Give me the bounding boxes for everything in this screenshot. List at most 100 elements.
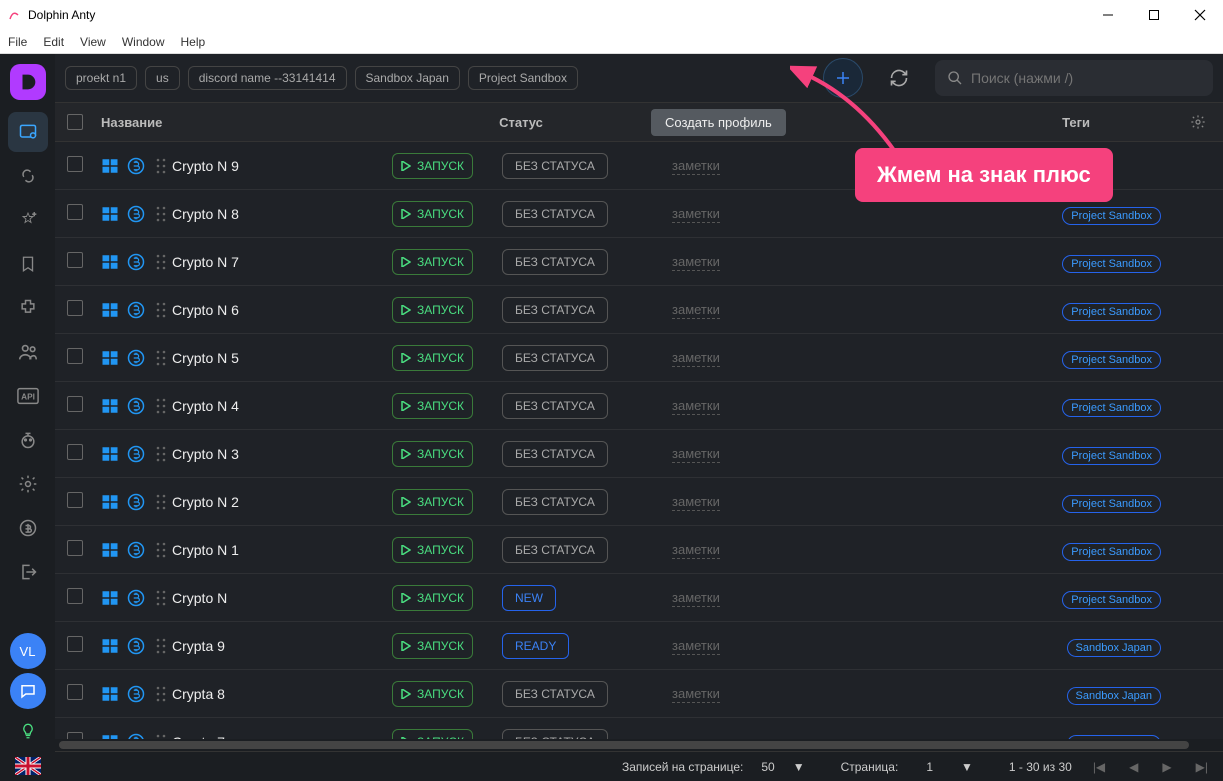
column-name[interactable]: Название (101, 115, 431, 130)
status-badge[interactable]: NEW (502, 585, 556, 611)
drag-handle-icon[interactable] (156, 350, 172, 366)
profile-tag[interactable]: Project Sandbox (1062, 399, 1161, 417)
search-input[interactable] (971, 70, 1201, 86)
horizontal-scrollbar[interactable] (55, 739, 1223, 751)
notes-field[interactable]: заметки (672, 638, 720, 655)
launch-button[interactable]: ЗАПУСК (392, 489, 473, 515)
sidebar-item-team[interactable] (8, 332, 48, 372)
profile-tag[interactable]: Sandbox Japan (1067, 639, 1161, 657)
launch-button[interactable]: ЗАПУСК (392, 585, 473, 611)
table-row[interactable]: Crypto N 5ЗАПУСКБЕЗ СТАТУСАзаметкиProjec… (55, 334, 1223, 382)
notes-field[interactable]: заметки (672, 398, 720, 415)
sidebar-item-browsers[interactable] (8, 112, 48, 152)
notes-field[interactable]: заметки (672, 302, 720, 319)
row-checkbox[interactable] (67, 444, 83, 460)
minimize-button[interactable] (1085, 0, 1131, 30)
idea-icon[interactable] (8, 713, 48, 749)
filter-tag[interactable]: Sandbox Japan (355, 66, 460, 90)
status-badge[interactable]: БЕЗ СТАТУСА (502, 537, 608, 563)
launch-button[interactable]: ЗАПУСК (392, 345, 473, 371)
sidebar-item-extensions[interactable] (8, 288, 48, 328)
launch-button[interactable]: ЗАПУСК (392, 249, 473, 275)
page-prev-button[interactable]: ◀ (1126, 760, 1141, 774)
sidebar-item-settings[interactable] (8, 464, 48, 504)
status-badge[interactable]: READY (502, 633, 569, 659)
close-button[interactable] (1177, 0, 1223, 30)
table-row[interactable]: Crypto NЗАПУСКNEWзаметкиProject Sandbox (55, 574, 1223, 622)
profile-tag[interactable]: Project Sandbox (1062, 207, 1161, 225)
drag-handle-icon[interactable] (156, 206, 172, 222)
drag-handle-icon[interactable] (156, 590, 172, 606)
status-badge[interactable]: БЕЗ СТАТУСА (502, 153, 608, 179)
table-row[interactable]: Crypto N 8ЗАПУСКБЕЗ СТАТУСАзаметкиProjec… (55, 190, 1223, 238)
search-box[interactable] (935, 60, 1213, 96)
filter-tag[interactable]: proekt n1 (65, 66, 137, 90)
table-row[interactable]: Crypta 8ЗАПУСКБЕЗ СТАТУСАзаметкиSandbox … (55, 670, 1223, 718)
drag-handle-icon[interactable] (156, 302, 172, 318)
notes-field[interactable]: заметки (672, 542, 720, 559)
row-checkbox[interactable] (67, 348, 83, 364)
user-avatar[interactable]: VL (10, 633, 46, 669)
menu-edit[interactable]: Edit (43, 35, 64, 49)
table-row[interactable]: Crypto N 3ЗАПУСКБЕЗ СТАТУСАзаметкиProjec… (55, 430, 1223, 478)
row-checkbox[interactable] (67, 300, 83, 316)
refresh-button[interactable] (881, 60, 917, 96)
drag-handle-icon[interactable] (156, 158, 172, 174)
profile-tag[interactable]: Project Sandbox (1062, 591, 1161, 609)
sidebar-item-smart[interactable] (8, 200, 48, 240)
row-checkbox[interactable] (67, 732, 83, 739)
select-all-checkbox[interactable] (67, 114, 83, 130)
menu-file[interactable]: File (8, 35, 27, 49)
table-row[interactable]: Crypta 7ЗАПУСКБЕЗ СТАТУСАзаметкиSandbox … (55, 718, 1223, 739)
table-row[interactable]: Crypto N 7ЗАПУСКБЕЗ СТАТУСАзаметкиProjec… (55, 238, 1223, 286)
profile-tag[interactable]: Project Sandbox (1062, 303, 1161, 321)
sidebar-item-bookmarks[interactable] (8, 244, 48, 284)
status-badge[interactable]: БЕЗ СТАТУСА (502, 489, 608, 515)
notes-field[interactable]: заметки (672, 158, 720, 175)
row-checkbox[interactable] (67, 204, 83, 220)
filter-tag[interactable]: us (145, 66, 180, 90)
notes-field[interactable]: заметки (672, 494, 720, 511)
drag-handle-icon[interactable] (156, 446, 172, 462)
profile-tag[interactable]: Project Sandbox (1062, 255, 1161, 273)
status-badge[interactable]: БЕЗ СТАТУСА (502, 729, 608, 740)
profile-tag[interactable]: Sandbox Japan (1067, 687, 1161, 705)
table-row[interactable]: Crypto N 9ЗАПУСКБЕЗ СТАТУСАзаметки (55, 142, 1223, 190)
launch-button[interactable]: ЗАПУСК (392, 681, 473, 707)
notes-field[interactable]: заметки (672, 686, 720, 703)
column-tags[interactable]: Теги (1062, 115, 1090, 130)
launch-button[interactable]: ЗАПУСК (392, 633, 473, 659)
drag-handle-icon[interactable] (156, 494, 172, 510)
status-badge[interactable]: БЕЗ СТАТУСА (502, 393, 608, 419)
page-value[interactable]: 1 (926, 760, 933, 774)
launch-button[interactable]: ЗАПУСК (392, 393, 473, 419)
menu-window[interactable]: Window (122, 35, 165, 49)
notes-field[interactable]: заметки (672, 350, 720, 367)
filter-tag[interactable]: Project Sandbox (468, 66, 578, 90)
row-checkbox[interactable] (67, 588, 83, 604)
row-checkbox[interactable] (67, 156, 83, 172)
profile-tag[interactable]: Project Sandbox (1062, 351, 1161, 369)
launch-button[interactable]: ЗАПУСК (392, 297, 473, 323)
page-first-button[interactable]: |◀ (1090, 760, 1108, 774)
per-page-value[interactable]: 50 (761, 760, 774, 774)
table-settings-icon[interactable] (1190, 114, 1206, 130)
drag-handle-icon[interactable] (156, 638, 172, 654)
maximize-button[interactable] (1131, 0, 1177, 30)
page-next-button[interactable]: ▶ (1159, 760, 1174, 774)
launch-button[interactable]: ЗАПУСК (392, 537, 473, 563)
row-checkbox[interactable] (67, 540, 83, 556)
drag-handle-icon[interactable] (156, 398, 172, 414)
profile-tag[interactable]: Project Sandbox (1062, 495, 1161, 513)
launch-button[interactable]: ЗАПУСК (392, 729, 473, 740)
per-page-dropdown-icon[interactable]: ▼ (793, 760, 805, 774)
profile-tag[interactable]: Project Sandbox (1062, 447, 1161, 465)
drag-handle-icon[interactable] (156, 254, 172, 270)
sidebar-item-proxy[interactable] (8, 156, 48, 196)
menu-view[interactable]: View (80, 35, 106, 49)
status-badge[interactable]: БЕЗ СТАТУСА (502, 201, 608, 227)
launch-button[interactable]: ЗАПУСК (392, 201, 473, 227)
status-badge[interactable]: БЕЗ СТАТУСА (502, 297, 608, 323)
status-badge[interactable]: БЕЗ СТАТУСА (502, 345, 608, 371)
table-row[interactable]: Crypto N 6ЗАПУСКБЕЗ СТАТУСАзаметкиProjec… (55, 286, 1223, 334)
